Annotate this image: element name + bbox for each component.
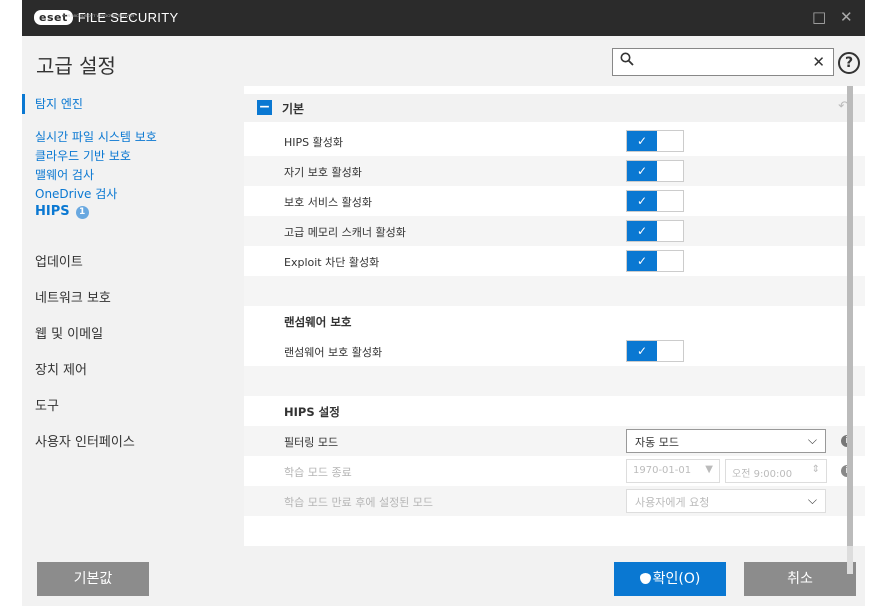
sidebar-item-user-interface[interactable]: 사용자 인터페이스: [35, 431, 135, 450]
setting-label: 학습 모드 만료 후에 설정된 모드: [284, 496, 434, 509]
select-value: 사용자에게 요청: [635, 496, 710, 509]
section-title: 기본: [282, 102, 305, 116]
right-margin: [865, 0, 887, 606]
help-icon[interactable]: ?: [838, 52, 860, 74]
title-bar: eset FILE SECURITY FOR MICROSOFT WINDOWS…: [22, 0, 865, 36]
ok-button[interactable]: 확인(O): [614, 562, 726, 596]
hips-label: HIPS: [35, 204, 70, 219]
sidebar-subitem-realtime[interactable]: 실시간 파일 시스템 보호: [35, 128, 157, 145]
check-icon: ✓: [627, 191, 657, 211]
sidebar-subitem-malware-scan[interactable]: 맬웨어 검사: [35, 166, 94, 183]
check-icon: ✓: [627, 161, 657, 181]
exploit-blocker-toggle[interactable]: ✓: [626, 250, 684, 272]
chevron-down-icon: ⌵: [807, 493, 817, 507]
setting-label: 학습 모드 종료: [284, 466, 352, 479]
learning-end-time[interactable]: 오전 9:00:00 ⇕: [725, 459, 827, 483]
setting-label: 자기 보호 활성화: [284, 166, 362, 179]
clear-search-icon[interactable]: ✕: [812, 53, 825, 71]
setting-label: 랜섬웨어 보호 활성화: [284, 346, 383, 359]
sidebar: 탐지 엔진 실시간 파일 시스템 보호 클라우드 기반 보호 맬웨어 검사 On…: [22, 86, 244, 546]
footer: 기본값 확인(O) 취소: [22, 546, 865, 606]
setting-row-ransomware: 랜섬웨어 보호 활성화 ✓: [244, 336, 865, 366]
date-value: 1970-01-01: [633, 465, 692, 476]
sidebar-item-device-control[interactable]: 장치 제어: [35, 359, 87, 378]
hips-badge: 1: [75, 206, 89, 219]
setting-row-memory-scanner: 고급 메모리 스캐너 활성화 ✓: [244, 216, 865, 246]
sidebar-item-tools[interactable]: 도구: [35, 395, 59, 414]
scrollbar-thumb[interactable]: [847, 86, 853, 546]
header: 고급 설정 ✕ ?: [22, 36, 865, 86]
setting-label: 보호 서비스 활성화: [284, 196, 372, 209]
setting-row-after-learning: 학습 모드 만료 후에 설정된 모드 사용자에게 요청 ⌵: [244, 486, 865, 516]
sidebar-subitem-cloud[interactable]: 클라우드 기반 보호: [35, 147, 131, 164]
learning-end-date[interactable]: 1970-01-01 ▼: [626, 459, 720, 483]
left-margin: [0, 0, 22, 606]
maximize-icon[interactable]: □: [812, 8, 826, 26]
spacer-row: [244, 366, 865, 396]
sidebar-subitem-hips[interactable]: HIPS 1: [35, 204, 89, 219]
collapse-icon[interactable]: −: [257, 100, 272, 115]
product-subtitle: FOR MICROSOFT WINDOWS SERVER: [62, 13, 135, 18]
advanced-settings-window: 고급 설정 ✕ ? 탐지 엔진 실시간 파일 시스템 보호 클라우드 기반 보호…: [22, 36, 865, 606]
ok-label: 확인(O): [652, 571, 701, 587]
hips-settings-heading: HIPS 설정: [284, 405, 340, 419]
setting-row-filter-mode: 필터링 모드 자동 모드 ⌵ i: [244, 426, 865, 456]
chevron-down-icon: ⌵: [807, 433, 817, 447]
hips-enable-toggle[interactable]: ✓: [626, 130, 684, 152]
ransomware-heading: 랜섬웨어 보호: [284, 315, 352, 329]
check-icon: ✓: [627, 131, 657, 151]
shield-icon: [639, 573, 651, 584]
search-icon: [620, 52, 634, 70]
ransomware-heading-row: 랜섬웨어 보호: [244, 306, 865, 336]
section-header-basic[interactable]: − 기본 ↶: [244, 94, 865, 122]
protected-service-toggle[interactable]: ✓: [626, 190, 684, 212]
setting-row-self-defense: 자기 보호 활성화 ✓: [244, 156, 865, 186]
setting-row-exploit-blocker: Exploit 차단 활성화 ✓: [244, 246, 865, 276]
spacer-row: [244, 276, 865, 306]
page-title: 고급 설정: [36, 54, 116, 78]
setting-label: 필터링 모드: [284, 436, 339, 449]
memory-scanner-toggle[interactable]: ✓: [626, 220, 684, 242]
settings-content: − 기본 ↶ HIPS 활성화 ✓ 자기 보호 활성화 ✓ 보호 서비스 활성화…: [244, 86, 865, 546]
sidebar-item-web-email[interactable]: 웹 및 이메일: [35, 323, 103, 342]
setting-row-protected-service: 보호 서비스 활성화 ✓: [244, 186, 865, 216]
setting-label: 고급 메모리 스캐너 활성화: [284, 226, 406, 239]
after-learning-mode-select[interactable]: 사용자에게 요청 ⌵: [626, 489, 826, 513]
self-defense-toggle[interactable]: ✓: [626, 160, 684, 182]
search-input[interactable]: ✕: [612, 48, 834, 76]
close-icon[interactable]: ✕: [840, 8, 853, 26]
sidebar-item-detection-engine[interactable]: 탐지 엔진: [22, 94, 83, 114]
sidebar-item-update[interactable]: 업데이트: [35, 251, 83, 270]
sidebar-item-network[interactable]: 네트워크 보호: [35, 287, 111, 306]
check-icon: ✓: [627, 341, 657, 361]
time-value: 오전 9:00:00: [732, 469, 793, 480]
select-value: 자동 모드: [635, 436, 679, 449]
check-icon: ✓: [627, 251, 657, 271]
setting-row-learning-end: 학습 모드 종료 1970-01-01 ▼ 오전 9:00:00 ⇕ i: [244, 456, 865, 486]
cancel-button[interactable]: 취소: [744, 562, 856, 596]
check-icon: ✓: [627, 221, 657, 241]
hips-settings-heading-row: HIPS 설정: [244, 396, 865, 426]
setting-row-hips-enable: HIPS 활성화 ✓: [244, 126, 865, 156]
setting-label: HIPS 활성화: [284, 136, 343, 149]
ransomware-toggle[interactable]: ✓: [626, 340, 684, 362]
spinner-icon: ⇕: [811, 464, 820, 475]
default-button[interactable]: 기본값: [37, 562, 149, 596]
dropdown-arrow-icon: ▼: [705, 464, 713, 475]
filter-mode-select[interactable]: 자동 모드 ⌵: [626, 429, 826, 453]
setting-label: Exploit 차단 활성화: [284, 256, 380, 269]
sidebar-subitem-onedrive[interactable]: OneDrive 검사: [35, 185, 117, 202]
